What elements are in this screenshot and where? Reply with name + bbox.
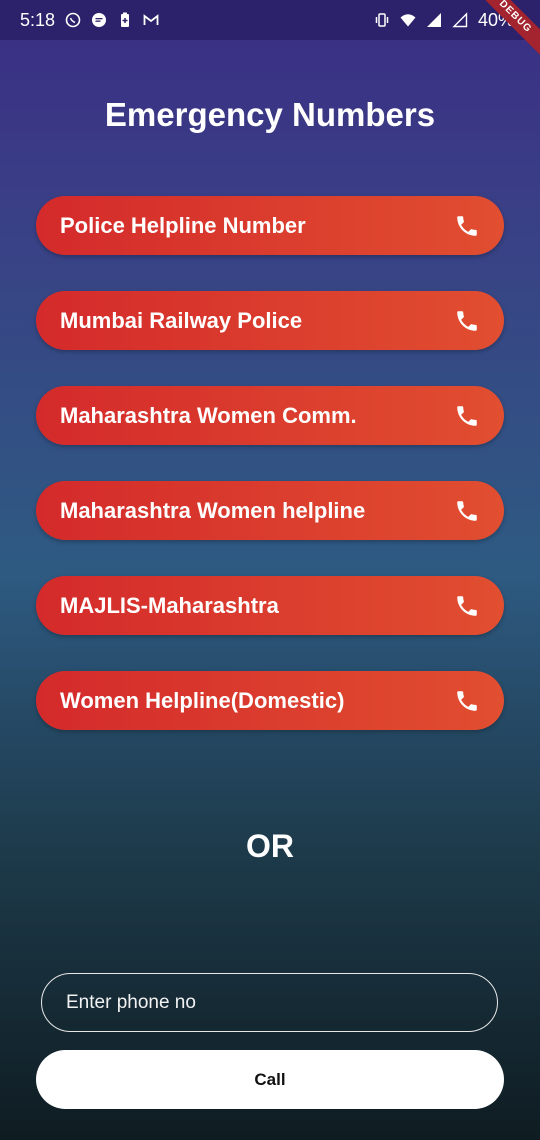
- chat-icon: [92, 13, 107, 27]
- majlis-maharashtra-button[interactable]: MAJLIS-Maharashtra: [36, 576, 504, 635]
- mumbai-railway-police-button[interactable]: Mumbai Railway Police: [36, 291, 504, 350]
- phone-number-input[interactable]: [66, 991, 473, 1014]
- gmail-icon: [143, 14, 159, 25]
- button-label: Maharashtra Women helpline: [60, 497, 366, 523]
- battery-saver-icon: [121, 12, 130, 27]
- page-title: Emergency Numbers: [104, 96, 436, 133]
- button-label: MAJLIS-Maharashtra: [60, 592, 279, 618]
- phone-icon: [457, 690, 477, 711]
- phone-icon: [457, 405, 477, 426]
- signal-icon: [426, 13, 441, 27]
- status-bar-left: 5:18: [20, 10, 159, 31]
- signal-empty-icon: [452, 12, 468, 28]
- phone-input-container: [41, 973, 498, 1032]
- button-label: Maharashtra Women Comm.: [60, 402, 357, 428]
- maharashtra-women-comm-button[interactable]: Maharashtra Women Comm.: [36, 386, 504, 445]
- phone-icon: [457, 310, 477, 331]
- phone-icon: [457, 500, 477, 521]
- vibrate-icon: [375, 13, 389, 27]
- button-label: Mumbai Railway Police: [60, 307, 303, 333]
- maharashtra-women-helpline-button[interactable]: Maharashtra Women helpline: [36, 481, 504, 540]
- whatsapp-icon: [65, 12, 81, 28]
- women-helpline-domestic-button[interactable]: Women Helpline(Domestic): [36, 671, 504, 730]
- button-label: Women Helpline(Domestic): [60, 687, 345, 713]
- status-time: 5:18: [20, 9, 56, 30]
- phone-icon: [457, 215, 477, 236]
- call-button[interactable]: Call: [36, 1050, 504, 1109]
- emergency-button-list: Police Helpline Number Mumbai Railway Po…: [36, 196, 504, 766]
- status-bar: 5:18 40%: [0, 0, 540, 40]
- button-label: Police Helpline Number: [60, 212, 306, 238]
- police-helpline-button[interactable]: Police Helpline Number: [36, 196, 504, 255]
- phone-icon: [457, 595, 477, 616]
- wifi-icon: [400, 14, 416, 27]
- or-separator: OR: [246, 828, 294, 864]
